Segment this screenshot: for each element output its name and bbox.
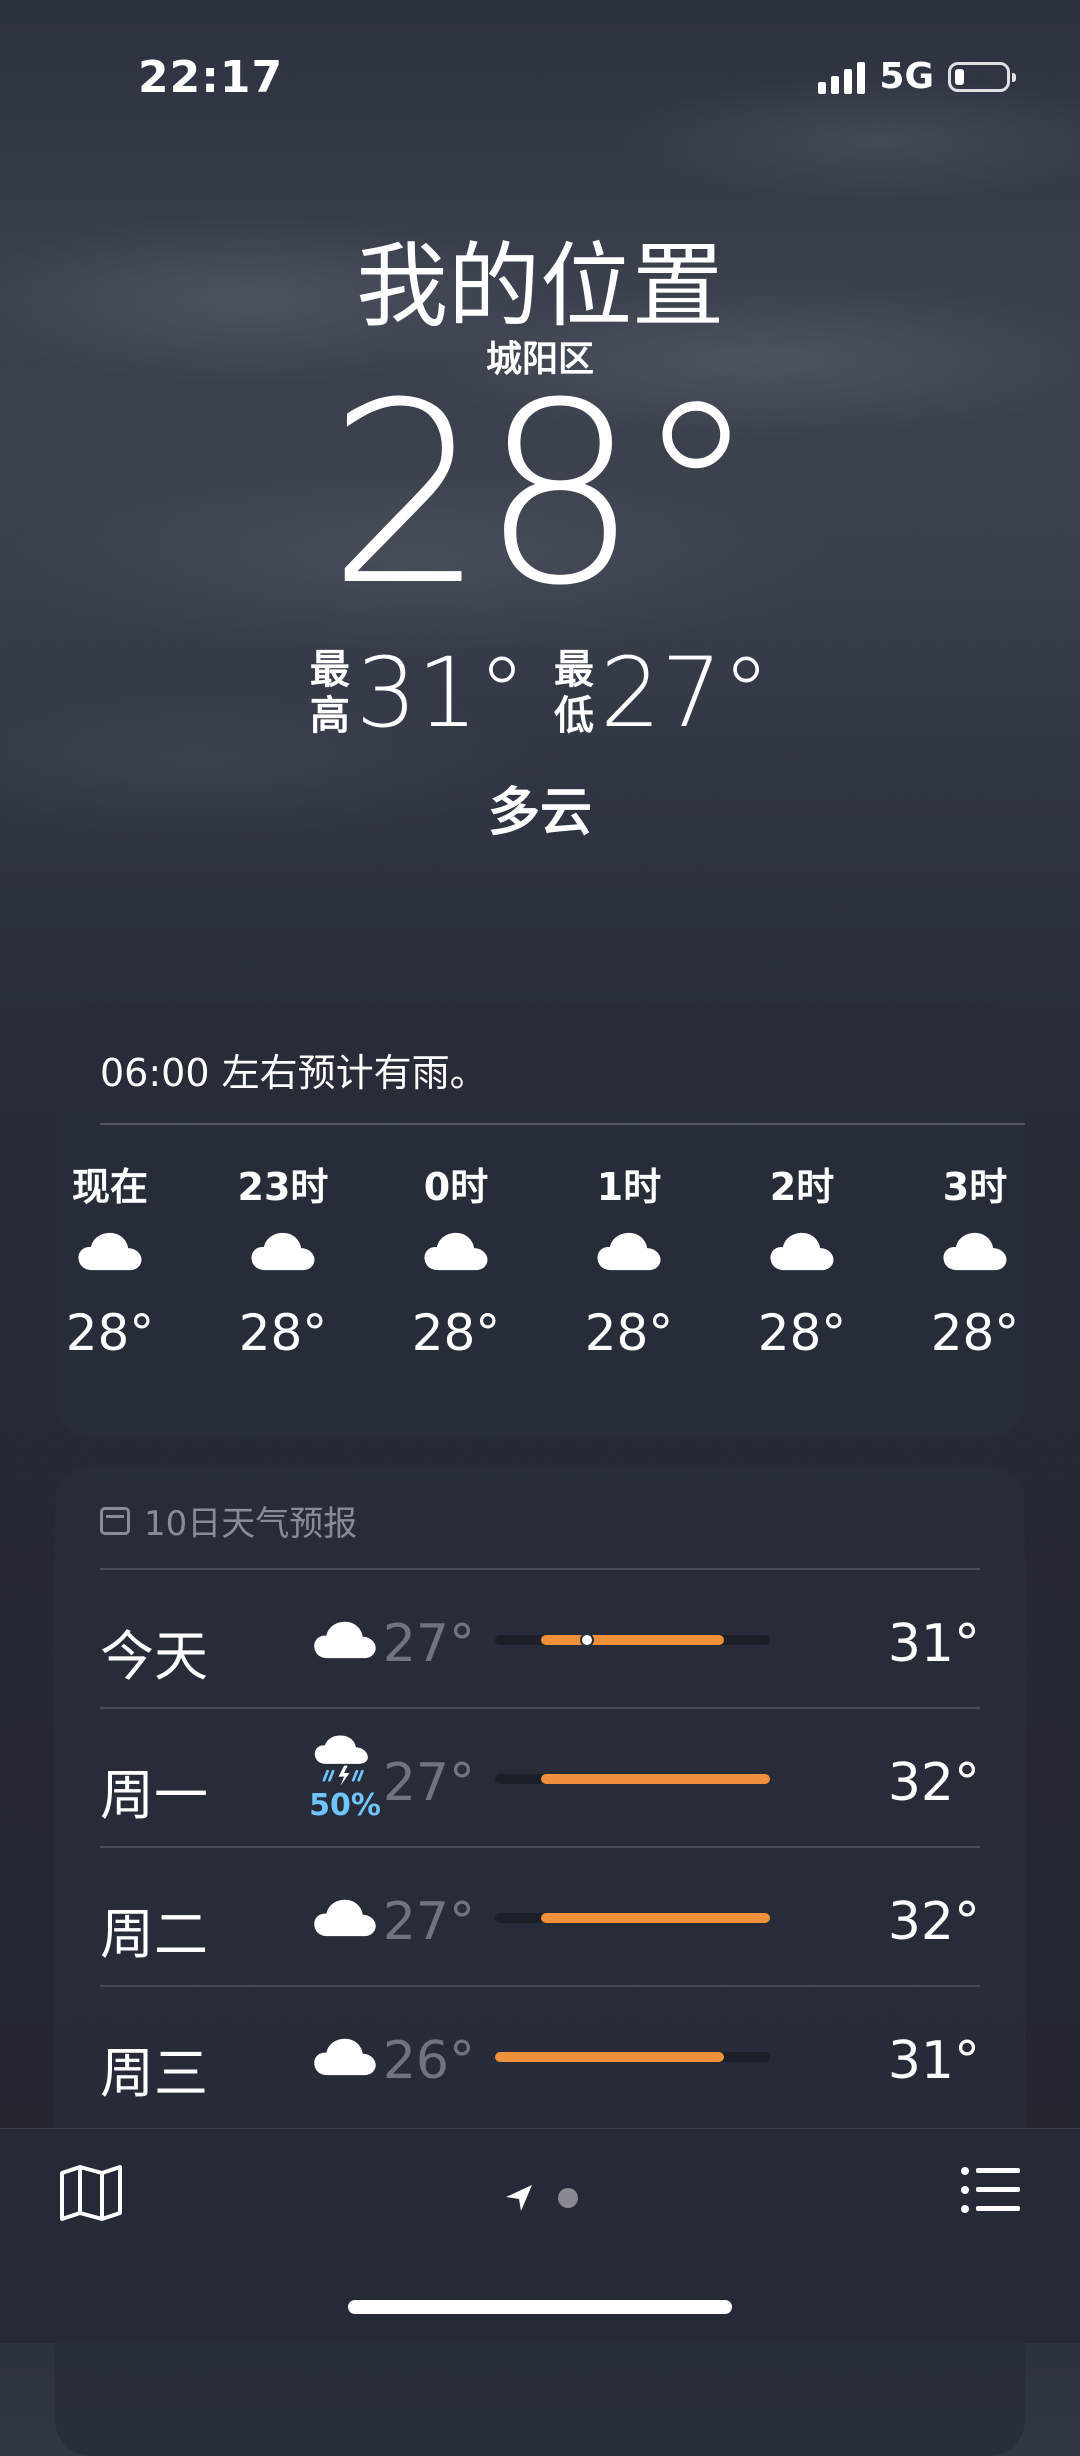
- day-name: 今天: [100, 1625, 208, 1688]
- page-indicator[interactable]: [0, 2181, 1080, 2215]
- hourly-forecast-card[interactable]: 06:00 左右预计有雨。 现在 28° 23时 28° 0时 28° 1时 28° 2时 28°…: [55, 1006, 1025, 1438]
- high-low: 最高 31° 最低 27°: [0, 645, 1080, 741]
- hourly-note: 06:00 左右预计有雨。: [100, 1051, 488, 1095]
- day-low: 26°: [382, 2031, 475, 2091]
- high-temp-group: 最高 31°: [310, 645, 526, 741]
- location-arrow-icon[interactable]: [502, 2181, 536, 2215]
- day-name: 周三: [100, 2042, 208, 2105]
- daily-header: 10日天气预报: [100, 1496, 357, 1545]
- hour-temp: 28°: [757, 1304, 847, 1362]
- hour-temp: 28°: [411, 1304, 501, 1362]
- hour-label: 3时: [942, 1165, 1008, 1209]
- current-temperature: 28°: [327, 349, 758, 640]
- cloud-icon: [55, 1206, 180, 1296]
- day-low: 27°: [382, 1892, 475, 1952]
- low-temp: 27°: [600, 637, 771, 749]
- status-indicators: 5G: [818, 56, 1016, 97]
- day-row[interactable]: 周一 50% 27° 32°: [100, 1707, 980, 1847]
- day-name: 周二: [100, 1903, 208, 1966]
- day-high: 31°: [887, 2031, 980, 2091]
- temp-range-fill: [495, 2052, 725, 2062]
- battery-icon: [948, 61, 1016, 92]
- day-high: 32°: [887, 1892, 980, 1952]
- condition: 多云: [487, 783, 592, 843]
- hour-temp: 28°: [584, 1304, 674, 1362]
- cloud-icon: [559, 1206, 699, 1296]
- precip-chance: 50%: [309, 1787, 381, 1823]
- location-title: 我的位置: [355, 233, 724, 340]
- divider: [100, 1123, 1025, 1125]
- network-type: 5G: [879, 56, 934, 97]
- hour-label: 0时: [423, 1165, 489, 1209]
- cloud-icon: [305, 1987, 385, 2125]
- hour-temp: 28°: [930, 1304, 1020, 1362]
- temp-range-bar: [495, 1913, 770, 1923]
- temp-range-fill: [540, 1913, 770, 1923]
- cloud-icon: [213, 1206, 353, 1296]
- thunderstorm-rain-icon: 50%: [305, 1709, 385, 1847]
- hour-item: 现在 28°: [55, 1156, 180, 1362]
- day-row[interactable]: 今天 27° 31°: [100, 1568, 980, 1708]
- temp-range-bar: [495, 1633, 770, 1647]
- hour-label: 2时: [769, 1165, 835, 1209]
- cloud-icon: [305, 1570, 385, 1708]
- home-indicator[interactable]: [348, 2300, 732, 2314]
- hour-item: 2时 28°: [732, 1156, 872, 1362]
- day-high: 31°: [887, 1614, 980, 1674]
- status-time: 22:17: [138, 52, 284, 103]
- hour-label: 1时: [596, 1165, 662, 1209]
- signal-icon: [818, 60, 866, 94]
- list-icon[interactable]: [960, 2165, 1022, 2219]
- temp-range-bar: [495, 1774, 770, 1784]
- low-temp-group: 最低 27°: [554, 645, 770, 741]
- cloud-icon: [386, 1206, 526, 1296]
- cloud-icon: [732, 1206, 872, 1296]
- hour-item: 1时 28°: [559, 1156, 699, 1362]
- low-label: 最低: [554, 647, 594, 739]
- high-label: 最高: [309, 647, 350, 739]
- hour-temp: 28°: [65, 1304, 155, 1362]
- high-temp: 31°: [355, 637, 526, 749]
- day-name: 周一: [100, 1764, 208, 1827]
- current-temp-dot: [579, 1633, 594, 1647]
- temp-range-fill: [540, 1635, 725, 1645]
- hour-item: 3时 28°: [905, 1156, 1025, 1362]
- hour-item: 23时 28°: [213, 1156, 353, 1362]
- day-row[interactable]: 周二 27° 32°: [100, 1846, 980, 1986]
- cloud-icon: [305, 1848, 385, 1986]
- hour-label: 现在: [71, 1165, 148, 1209]
- day-row[interactable]: 周三 26° 31°: [100, 1985, 980, 2125]
- temp-range-bar: [495, 2052, 770, 2062]
- temp-range-fill: [540, 1774, 770, 1784]
- calendar-icon: [100, 1506, 130, 1535]
- day-low: 27°: [382, 1614, 475, 1674]
- page-dot[interactable]: [558, 2188, 578, 2208]
- daily-title: 10日天气预报: [144, 1504, 358, 1544]
- day-high: 32°: [887, 1753, 980, 1813]
- hour-item: 0时 28°: [386, 1156, 526, 1362]
- hour-label: 23时: [237, 1165, 329, 1209]
- cloud-icon: [905, 1206, 1025, 1296]
- hour-temp: 28°: [238, 1304, 328, 1362]
- day-low: 27°: [382, 1753, 475, 1813]
